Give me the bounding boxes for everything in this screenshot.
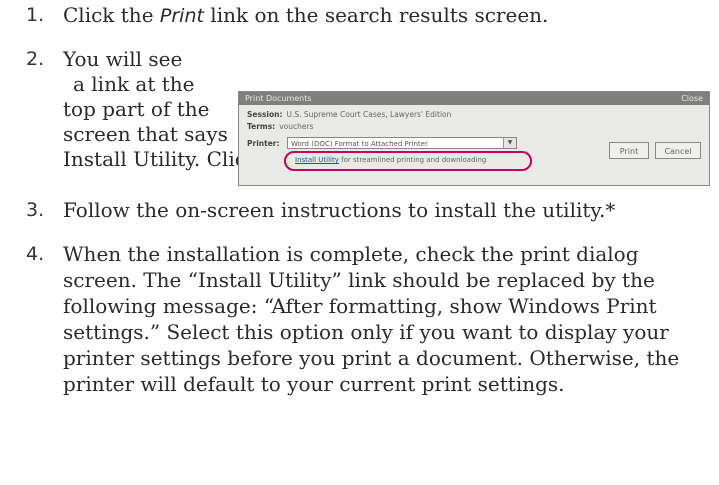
- step-3-text: Follow the on-screen instructions to ins…: [63, 198, 616, 222]
- printer-select[interactable]: Word (DOC) Format to Attached Printer ▼: [287, 137, 517, 149]
- step-1-pre: Click the: [63, 3, 160, 27]
- session-row: Session: U.S. Supreme Court Cases, Lawyer…: [247, 110, 451, 119]
- dialog-close-button[interactable]: Close: [681, 92, 703, 105]
- step-3-number: 3.: [26, 199, 45, 221]
- instruction-page: 1. Click the Print link on the search re…: [0, 0, 719, 485]
- print-documents-dialog: Print Documents Close Session: U.S. Supre…: [238, 91, 710, 186]
- step-4-number: 4.: [26, 243, 45, 265]
- session-label: Session:: [247, 110, 283, 119]
- step-2-line-2: a link at the: [73, 72, 195, 96]
- terms-value: vouchers: [279, 122, 314, 131]
- step-2-line-1: You will see: [63, 47, 183, 71]
- step-2-number: 2.: [26, 48, 45, 70]
- chevron-down-icon: ▼: [503, 138, 516, 148]
- printer-label: Printer:: [247, 139, 280, 148]
- terms-label: Terms:: [247, 122, 276, 131]
- step-1-emphasis: Print: [159, 5, 204, 27]
- printer-select-value: Word (DOC) Format to Attached Printer: [291, 140, 428, 148]
- cancel-button[interactable]: Cancel: [655, 142, 701, 159]
- step-1-text: Click the Print link on the search resul…: [63, 3, 548, 30]
- step-2-line-4: screen that says: [63, 122, 228, 146]
- step-4-text: When the installation is complete, check…: [63, 242, 680, 396]
- dialog-titlebar: Print Documents Close: [239, 92, 709, 105]
- step-1-post: link on the search results screen.: [203, 3, 549, 27]
- step-2-line-3: top part of the: [63, 97, 210, 121]
- printer-row: Printer:: [247, 139, 283, 148]
- terms-row: Terms: vouchers: [247, 122, 313, 131]
- print-button[interactable]: Print: [609, 142, 649, 159]
- step-1-number: 1.: [26, 4, 45, 26]
- session-value: U.S. Supreme Court Cases, Lawyers' Editi…: [286, 110, 452, 119]
- dialog-title: Print Documents: [245, 94, 312, 103]
- highlight-oval: [284, 151, 532, 171]
